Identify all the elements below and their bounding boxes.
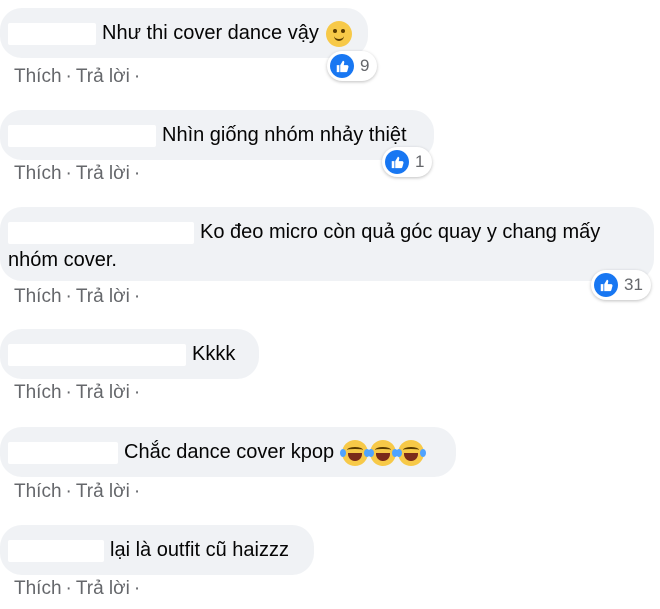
like-link[interactable]: Thích <box>14 163 62 184</box>
comment-bubble: Ko đeo micro còn quả góc quay y chang mấ… <box>0 207 654 281</box>
comment-bubble: Như thi cover dance vậy <box>0 8 368 58</box>
reaction-count-badge[interactable]: 31 <box>591 270 651 300</box>
like-link[interactable]: Thích <box>14 481 62 502</box>
comment-actions: Thích · Trả lời · <box>14 382 144 404</box>
author-name-redacted[interactable] <box>8 343 186 366</box>
separator-dot: · <box>65 66 72 87</box>
comment-text: Như thi cover dance vậy <box>102 22 319 44</box>
like-link[interactable]: Thích <box>14 66 62 87</box>
comment-actions: Thích · Trả lời · <box>14 578 144 600</box>
reaction-count-badge[interactable]: 9 <box>327 51 378 81</box>
reaction-count: 1 <box>415 152 425 171</box>
like-link[interactable]: Thích <box>14 286 62 307</box>
comment-bubble: Chắc dance cover kpop <box>0 427 456 477</box>
separator-dot: · <box>133 382 141 403</box>
reply-link[interactable]: Trả lời <box>76 578 130 599</box>
comment-actions: Thích · Trả lời · <box>14 66 144 88</box>
separator-dot: · <box>133 66 141 87</box>
like-reaction-icon <box>385 150 409 174</box>
smile-emoji-icon <box>326 20 353 47</box>
separator-dot: · <box>65 163 72 184</box>
reaction-count-badge[interactable]: 1 <box>382 147 433 177</box>
comment-text: Kkkk <box>192 343 236 365</box>
author-name-redacted[interactable] <box>8 124 156 147</box>
reply-link[interactable]: Trả lời <box>76 66 130 87</box>
reply-link[interactable]: Trả lời <box>76 163 130 184</box>
separator-dot: · <box>133 286 141 307</box>
like-link[interactable]: Thích <box>14 578 62 599</box>
comment-actions: Thích · Trả lời · <box>14 481 144 503</box>
separator-dot: · <box>133 578 141 599</box>
author-name-redacted[interactable] <box>8 539 104 562</box>
reply-link[interactable]: Trả lời <box>76 382 130 403</box>
reply-link[interactable]: Trả lời <box>76 481 130 502</box>
like-reaction-icon <box>594 273 618 297</box>
author-name-redacted[interactable] <box>8 22 96 45</box>
comment-text: lại là outfit cũ haizzz <box>110 539 289 561</box>
laughing-emoji-icon <box>395 439 426 466</box>
author-name-redacted[interactable] <box>8 221 194 244</box>
separator-dot: · <box>65 481 72 502</box>
comment-bubble: Kkkk <box>0 329 259 379</box>
reaction-count: 31 <box>624 275 643 294</box>
comment-actions: Thích · Trả lời · <box>14 286 144 308</box>
separator-dot: · <box>65 578 72 599</box>
reply-link[interactable]: Trả lời <box>76 286 130 307</box>
author-name-redacted[interactable] <box>8 441 118 464</box>
comment-actions: Thích · Trả lời · <box>14 163 144 185</box>
reaction-count: 9 <box>360 56 370 75</box>
like-link[interactable]: Thích <box>14 382 62 403</box>
separator-dot: · <box>133 163 141 184</box>
comment-text-continued: nhóm cover. <box>8 249 117 271</box>
like-reaction-icon <box>330 54 354 78</box>
laughing-emoji-icon <box>339 439 370 466</box>
comment-text: Nhìn giống nhóm nhảy thiệt <box>162 124 407 146</box>
comment-bubble: lại là outfit cũ haizzz <box>0 525 314 575</box>
separator-dot: · <box>65 382 72 403</box>
comment-bubble: Nhìn giống nhóm nhảy thiệt <box>0 110 434 160</box>
comment-text: Ko đeo micro còn quả góc quay y chang mấ… <box>200 221 601 243</box>
laughing-emoji-icon <box>367 439 398 466</box>
separator-dot: · <box>65 286 72 307</box>
separator-dot: · <box>133 481 141 502</box>
comment-text: Chắc dance cover kpop <box>124 441 335 463</box>
